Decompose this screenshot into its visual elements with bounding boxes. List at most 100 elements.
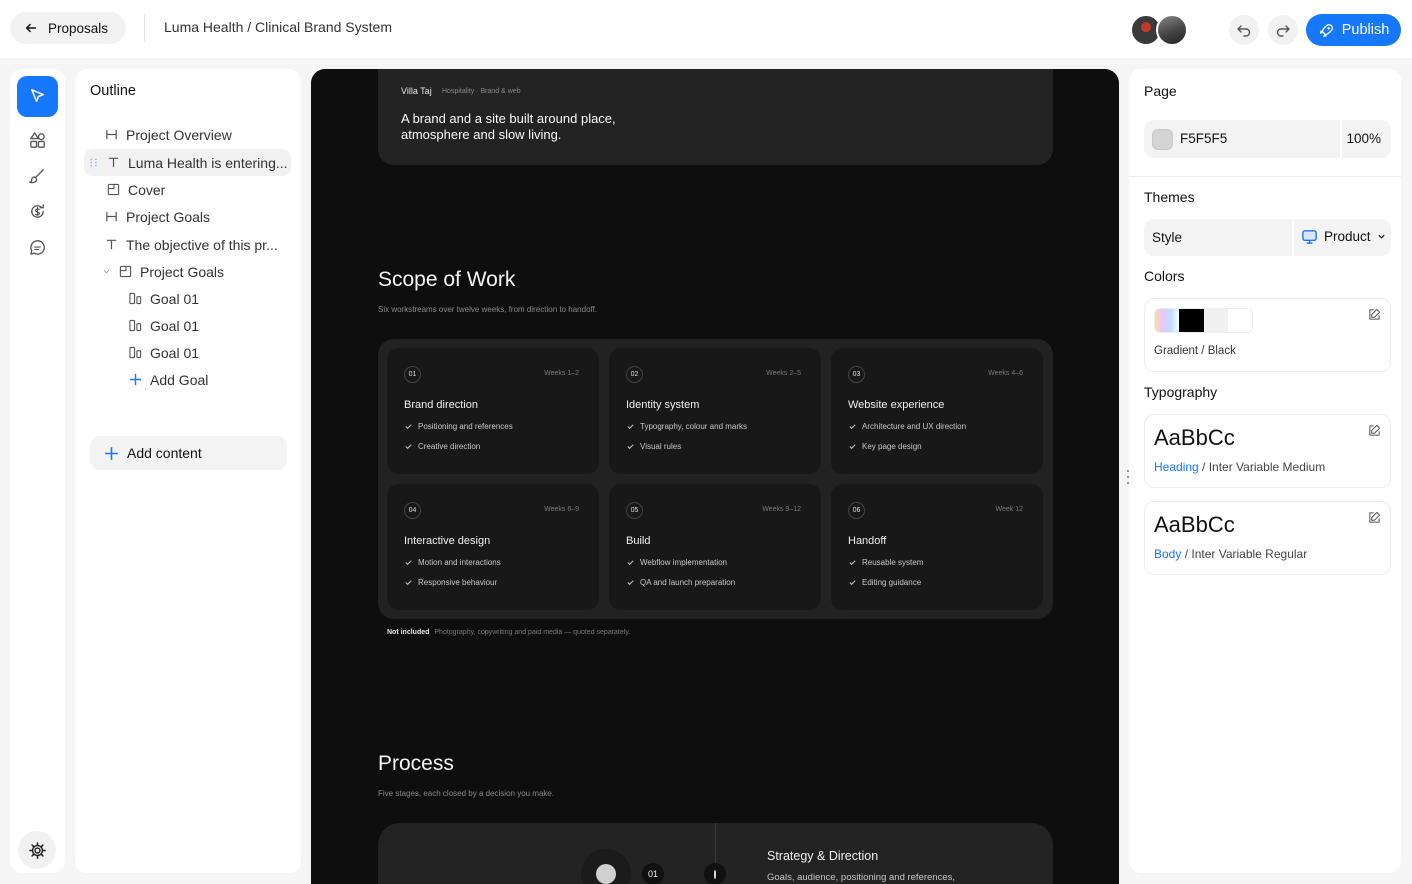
card-item: Responsive behaviour xyxy=(404,578,497,587)
project-description: A brand and a site built around place, a… xyxy=(401,111,616,142)
body-font-card[interactable]: AaBbCc Body / Inter Variable Regular xyxy=(1144,501,1391,575)
divider xyxy=(1340,120,1342,158)
edit-icon[interactable] xyxy=(1368,511,1381,524)
check-icon xyxy=(627,580,634,586)
outline-item-luma-intro[interactable]: Luma Health is entering... xyxy=(84,149,291,176)
dollar-cycle-icon xyxy=(31,204,44,218)
outline-item-label: Project Overview xyxy=(126,126,232,143)
top-bar: Proposals Luma Health / Clinical Brand S… xyxy=(0,0,1412,58)
divider xyxy=(1292,219,1294,256)
color-swatches xyxy=(1154,308,1253,333)
pricing-tool-button[interactable] xyxy=(17,191,58,232)
undo-button[interactable] xyxy=(1229,15,1259,45)
page-canvas[interactable]: Villa Taj Hospitality · Brand & web A br… xyxy=(311,69,1119,884)
heading-icon xyxy=(106,129,117,140)
publish-button[interactable]: Publish xyxy=(1306,14,1401,46)
card-item: QA and launch preparation xyxy=(626,578,735,587)
page-opacity[interactable]: 100% xyxy=(1346,131,1381,146)
product-icon xyxy=(1302,230,1317,244)
edit-icon[interactable] xyxy=(1368,308,1381,321)
divider xyxy=(1129,176,1401,177)
heading-font-meta: Heading / Inter Variable Medium xyxy=(1154,460,1325,474)
outline-item-goal[interactable]: Goal 01 xyxy=(129,312,199,339)
comment-icon xyxy=(30,240,45,255)
card-item: Motion and interactions xyxy=(404,558,501,567)
style-select[interactable]: Product xyxy=(1301,228,1386,245)
check-icon xyxy=(849,560,856,566)
page-color-swatch[interactable] xyxy=(1152,129,1173,150)
card-weeks: Weeks 1–2 xyxy=(544,370,579,377)
style-field[interactable]: Style Product xyxy=(1144,219,1391,256)
card-weeks: Weeks 2–5 xyxy=(766,370,801,377)
project-meta: Hospitality · Brand & web xyxy=(442,88,521,95)
avatar[interactable] xyxy=(1156,14,1188,46)
project-card-villa-taj[interactable]: Villa Taj Hospitality · Brand & web A br… xyxy=(378,69,1053,165)
colors-card[interactable]: Gradient / Black xyxy=(1144,298,1391,372)
check-icon xyxy=(627,424,634,430)
scope-card[interactable]: 06 Week 12 Handoff Reusable system Editi… xyxy=(831,484,1043,610)
card-item: Typography, colour and marks xyxy=(626,422,747,431)
chevron-down-icon[interactable] xyxy=(102,265,111,278)
scope-card[interactable]: 03 Weeks 4–6 Website experience Architec… xyxy=(831,348,1043,474)
scope-card[interactable]: 01 Weeks 1–2 Brand direction Positioning… xyxy=(387,348,599,474)
outline-item-label: Project Goals xyxy=(140,263,225,280)
chevron-down-icon xyxy=(1377,234,1385,239)
pause-icon[interactable] xyxy=(704,863,726,884)
outline-item-project-goals-heading[interactable]: Project Goals xyxy=(105,203,210,230)
add-content-button[interactable]: Add content xyxy=(90,436,287,470)
page-background-field[interactable]: F5F5F5 100% xyxy=(1144,120,1391,158)
heading-role: Heading xyxy=(1154,460,1199,474)
scope-card[interactable]: 04 Weeks 6–9 Interactive design Motion a… xyxy=(387,484,599,610)
redo-button[interactable] xyxy=(1268,15,1298,45)
add-content-label: Add content xyxy=(127,445,202,461)
outline-item-objective[interactable]: The objective of this pr... xyxy=(105,231,278,258)
outline-item-label: Goal 01 xyxy=(150,317,200,334)
collaborator-avatars[interactable] xyxy=(1130,14,1188,46)
scope-card[interactable]: 02 Weeks 2–5 Identity system Typography,… xyxy=(609,348,821,474)
section-icon xyxy=(119,265,132,278)
outline-panel: Outline Project Overview Luma Health is … xyxy=(75,69,301,873)
card-item-label: Key page design xyxy=(862,442,922,451)
check-icon xyxy=(405,560,412,566)
outline-item-label: Cover xyxy=(128,181,166,198)
body-font-sample: AaBbCc xyxy=(1154,512,1235,537)
heading-font-card[interactable]: AaBbCc Heading / Inter Variable Medium xyxy=(1144,414,1391,488)
card-item-label: Visual rules xyxy=(640,442,682,451)
back-to-proposals-button[interactable]: Proposals xyxy=(10,12,127,44)
settings-button[interactable] xyxy=(18,831,56,869)
edit-icon[interactable] xyxy=(1368,424,1381,437)
card-item-label: Motion and interactions xyxy=(418,558,501,567)
drag-handle-icon[interactable] xyxy=(88,156,99,169)
shapes-icon xyxy=(30,132,45,148)
card-item-label: Webflow implementation xyxy=(640,558,728,567)
check-icon xyxy=(405,424,412,430)
outline-item-cover[interactable]: Cover xyxy=(107,176,165,203)
outline-item-goal[interactable]: Goal 01 xyxy=(129,285,199,312)
scope-title: Scope of Work xyxy=(378,268,516,291)
heading-font-sample: AaBbCc xyxy=(1154,425,1235,450)
outline-item-goal[interactable]: Goal 01 xyxy=(129,339,199,366)
publish-label: Publish xyxy=(1341,22,1390,38)
page-color-hex[interactable]: F5F5F5 xyxy=(1180,131,1227,146)
outline-item-project-goals-section[interactable]: Project Goals xyxy=(102,258,224,285)
process-title: Process xyxy=(378,752,454,775)
scope-card[interactable]: 05 Weeks 9–12 Build Webflow implementati… xyxy=(609,484,821,610)
gear-icon xyxy=(28,841,46,859)
tool-rail xyxy=(10,69,65,873)
card-item: Architecture and UX direction xyxy=(848,422,966,431)
card-item: Editing guidance xyxy=(848,578,921,587)
cover-icon xyxy=(107,183,120,196)
card-item-label: Architecture and UX direction xyxy=(862,422,967,431)
shapes-tool-button[interactable] xyxy=(17,120,58,161)
goal-icon xyxy=(129,292,142,305)
process-step-description: Goals, audience, positioning and referen… xyxy=(767,872,956,883)
card-weeks: Week 12 xyxy=(995,506,1024,513)
outline-title: Outline xyxy=(90,83,136,99)
comments-tool-button[interactable] xyxy=(17,227,58,268)
style-label: Style xyxy=(1152,230,1183,245)
add-goal-button[interactable]: Add Goal xyxy=(129,366,208,393)
outline-item-project-overview[interactable]: Project Overview xyxy=(105,121,232,148)
select-tool-button[interactable] xyxy=(17,76,58,117)
process-card[interactable]: 01 Strategy & Direction Goals, audience,… xyxy=(378,823,1053,884)
outline-item-label: Goal 01 xyxy=(150,290,200,307)
